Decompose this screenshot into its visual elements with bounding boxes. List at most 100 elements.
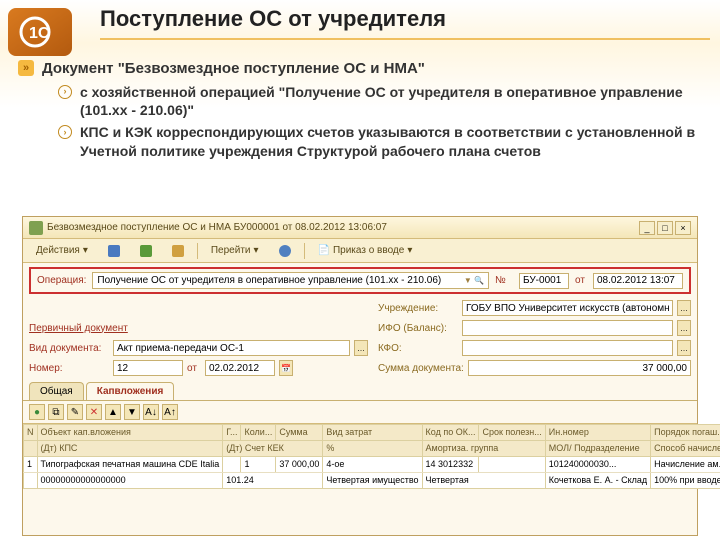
cell-vid: 4-ое (323, 457, 422, 473)
select-button[interactable]: … (677, 300, 691, 316)
summa-input[interactable] (468, 360, 691, 376)
col-inv: Ин.номер (545, 425, 650, 441)
doc-number-input[interactable] (519, 273, 569, 289)
cell-kps: 00000000000000000 (37, 473, 223, 489)
operation-value: Получение ОС от учредителя в оперативное… (97, 275, 441, 286)
col-srok: Срок полезн... (479, 425, 545, 441)
cell-mol: Кочеткова Е. А. - Склад (545, 473, 650, 489)
window-toolbar: Действия ▾ Перейти ▾ 📄 Приказ о вводе ▾ (23, 239, 697, 263)
move-up-button[interactable]: ▲ (105, 404, 121, 420)
date-label: от (575, 275, 587, 286)
cell-kod: 14 3012332 (422, 457, 479, 473)
nomer-input[interactable] (113, 360, 183, 376)
cell-amort: Четвертая (422, 473, 545, 489)
table-subheader-row: (Дт) КПС (Дт) Счет КЕК % Амортиза. групп… (24, 441, 720, 457)
select-button[interactable]: … (677, 320, 691, 336)
cell-vid2: Четвертая имущество (323, 473, 422, 489)
ifo-input[interactable] (462, 320, 673, 336)
vid-input[interactable] (113, 340, 350, 356)
circle-arrow-icon: › (58, 85, 72, 99)
window-titlebar: Безвозмездное поступление ОС и НМА БУ000… (23, 217, 697, 239)
close-button[interactable]: × (675, 221, 691, 235)
cell-poryadok: Начисление ам... (651, 457, 720, 473)
sub-bullet-2: › КПС и КЭК корреспондирующих счетов ука… (58, 123, 702, 159)
cell-obj: Типографская печатная машина CDE Italia (37, 457, 223, 473)
col-summa: Сумма (276, 425, 323, 441)
chevron-down-icon: ▼ 🔍 (464, 276, 484, 285)
num-label: № (495, 275, 513, 286)
ifo-label: ИФО (Баланс): (378, 323, 458, 334)
slide-title: Поступление ОС от учредителя (100, 6, 710, 32)
save-icon (108, 245, 120, 257)
document-icon (29, 221, 43, 235)
nomer-date-input[interactable] (205, 360, 275, 376)
col-sposob: Способ начисления ам... (651, 441, 720, 457)
sort-asc-button[interactable]: A↓ (143, 404, 159, 420)
tab-investments[interactable]: Капвложения (86, 382, 175, 400)
ok-icon (140, 245, 152, 257)
sub-bullet-1-text: с хозяйственной операцией "Получение ОС … (80, 83, 702, 119)
slide-title-bar: Поступление ОС от учредителя (100, 6, 710, 40)
print-menu[interactable]: 📄 Приказ о вводе ▾ (311, 243, 420, 258)
main-bullet: » Документ "Безвозмездное поступление ОС… (18, 60, 702, 77)
nomer-label: Номер: (29, 363, 109, 374)
sub-bullet-2-text: КПС и КЭК корреспондирующих счетов указы… (80, 123, 702, 159)
main-bullet-text: Документ "Безвозмездное поступление ОС и… (42, 60, 425, 77)
move-down-button[interactable]: ▼ (124, 404, 140, 420)
tab-toolbar: ● ⧉ ✎ ✕ ▲ ▼ A↓ A↑ (23, 401, 697, 424)
actions-menu[interactable]: Действия ▾ (29, 243, 95, 258)
cell-schet: 101.24 (223, 473, 323, 489)
col-amort: Амортиза. группа (422, 441, 545, 457)
kfo-label: КФО: (378, 343, 458, 354)
col-g: Г... (223, 425, 241, 441)
edit-row-button[interactable]: ✎ (67, 404, 83, 420)
select-button[interactable]: … (677, 340, 691, 356)
tabs: Общая Капвложения (23, 382, 697, 401)
operation-select[interactable]: Получение ОС от учредителя в оперативное… (92, 272, 489, 289)
window-title: Безвозмездное поступление ОС и НМА БУ000… (47, 222, 635, 233)
cell-sposob: 100% при вводе ... (651, 473, 720, 489)
operation-label: Операция: (37, 275, 86, 286)
col-mol: МОЛ/ Подразделение (545, 441, 650, 457)
tb-btn-2[interactable] (133, 243, 159, 259)
cell-summa: 37 000,00 (276, 457, 323, 473)
col-vid: Вид затрат (323, 425, 422, 441)
uchr-label: Учреждение: (378, 303, 458, 314)
tb-btn-1[interactable] (101, 243, 127, 259)
operation-row: Операция: Получение ОС от учредителя в о… (29, 267, 691, 294)
delete-row-button[interactable]: ✕ (86, 404, 102, 420)
table-row[interactable]: 00000000000000000 101.24 Четвертая имуще… (24, 473, 720, 489)
cell-n: 1 (24, 457, 38, 473)
col-kod: Код по ОК... (422, 425, 479, 441)
tb-btn-3[interactable] (165, 243, 191, 259)
col-kps: (Дт) КПС (37, 441, 223, 457)
maximize-button[interactable]: □ (657, 221, 673, 235)
logo-1c: 1C (8, 8, 72, 56)
uchr-input[interactable] (462, 300, 673, 316)
tab-general[interactable]: Общая (29, 382, 84, 400)
circle-arrow-icon: › (58, 125, 72, 139)
go-menu[interactable]: Перейти ▾ (204, 243, 266, 258)
add-row-button[interactable]: ● (29, 404, 45, 420)
sort-desc-button[interactable]: A↑ (162, 404, 178, 420)
cell-kol: 1 (241, 457, 276, 473)
separator (304, 243, 305, 259)
investments-table[interactable]: N Объект кап.вложения Г... Коли... Сумма… (23, 424, 720, 489)
app-window: Безвозмездное поступление ОС и НМА БУ000… (22, 216, 698, 536)
kfo-input[interactable] (462, 340, 673, 356)
add-copy-button[interactable]: ⧉ (48, 404, 64, 420)
doc-date-input[interactable] (593, 273, 683, 289)
tb-help[interactable] (272, 243, 298, 259)
select-button[interactable]: … (354, 340, 368, 356)
cell-g (223, 457, 241, 473)
arrow-icon: » (18, 60, 34, 76)
col-poryadok: Порядок погаш... (651, 425, 720, 441)
slide-content: » Документ "Безвозмездное поступление ОС… (18, 60, 702, 164)
minimize-button[interactable]: _ (639, 221, 655, 235)
date-picker-button[interactable]: 📅 (279, 360, 293, 376)
col-proc: % (323, 441, 422, 457)
nomer-date-label: от (187, 363, 201, 374)
vid-label: Вид документа: (29, 343, 109, 354)
table-row[interactable]: 1 Типографская печатная машина CDE Itali… (24, 457, 720, 473)
list-icon (172, 245, 184, 257)
